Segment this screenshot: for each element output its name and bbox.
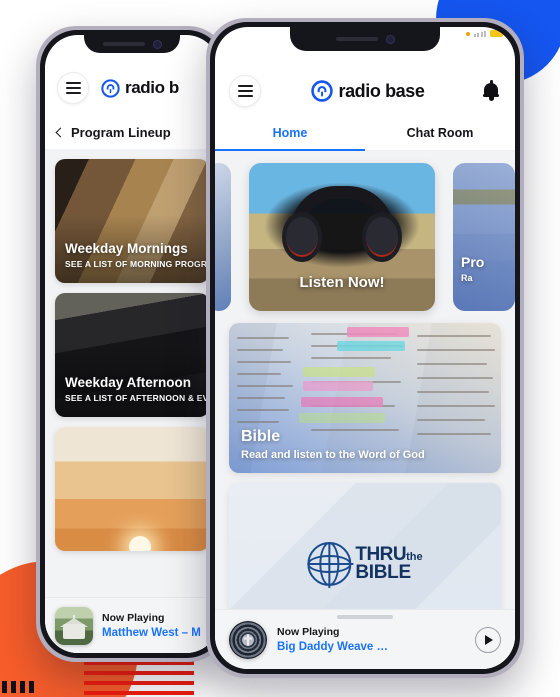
sun-icon [128, 536, 151, 551]
back-phone-notch [84, 35, 180, 53]
front-camera-icon [385, 34, 395, 44]
drag-handle[interactable] [337, 615, 393, 619]
bell-icon[interactable] [481, 80, 501, 102]
signal-strength-icon [473, 30, 486, 37]
back-phone-content: Weekday Mornings SEE A LIST OF MORNING P… [45, 149, 219, 653]
back-phone-screen: radio b Program Lineup Weekday Mornings … [45, 35, 219, 653]
speaker-grille-icon [335, 37, 378, 41]
back-phone-player-bar[interactable]: Now Playing Matthew West – M [45, 597, 219, 653]
front-phone-screen: radio base Home Chat Room Listen Now! Pr… [215, 27, 515, 669]
brand-logo: radio base [255, 80, 481, 102]
program-caption: Weekday Afternoon SEE A LIST OF AFTERNOO… [65, 375, 209, 403]
front-phone-bezel: radio base Home Chat Room Listen Now! Pr… [210, 22, 520, 674]
carousel-caption: Listen Now! [299, 274, 385, 291]
album-art [229, 620, 267, 659]
carousel-card-next[interactable]: Pro Ra [453, 163, 515, 311]
brand-logo: radio b [101, 78, 207, 98]
carousel-next-caption: Pro Ra [461, 254, 484, 283]
thru-the-bible-wordmark: THRUthe BIBLE [355, 544, 422, 584]
program-title: Weekday Mornings [65, 241, 188, 256]
front-phone-player-bar[interactable]: Now Playing Big Daddy Weave … [215, 609, 515, 669]
headphones-graphic [282, 186, 402, 264]
track-title[interactable]: Big Daddy Weave … [277, 641, 465, 653]
carousel-card-active[interactable]: Listen Now! [249, 163, 435, 311]
program-subtitle: SEE A LIST OF AFTERNOON & EVE [65, 393, 209, 403]
back-navigation-bar[interactable]: Program Lineup [45, 115, 219, 149]
carousel-next-title: Pro [461, 254, 485, 270]
content-card-bible[interactable]: Bible Read and listen to the Word of God [229, 323, 501, 473]
brand-name: radio base [338, 80, 425, 101]
radio-base-logo-icon [101, 78, 120, 98]
bible-text: BIBLE [355, 562, 411, 583]
player-text: Now Playing Matthew West – M [102, 612, 209, 639]
program-card-evening[interactable] [55, 427, 209, 551]
featured-carousel[interactable]: Listen Now! Pro Ra [215, 151, 515, 311]
front-camera-icon [152, 39, 162, 49]
stripe-dots-decoration [2, 681, 34, 693]
program-image-sunset [55, 427, 209, 551]
brand-name: radio b [125, 78, 179, 97]
bible-card-title: Bible [241, 428, 281, 445]
tab-bar: Home Chat Room [215, 115, 515, 151]
bible-card-subtitle: Read and listen to the Word of God [241, 449, 425, 461]
menu-button[interactable] [57, 72, 89, 104]
player-text: Now Playing Big Daddy Weave … [277, 626, 465, 653]
carousel-image-previous [215, 163, 231, 311]
carousel-next-subtitle: Ra [461, 273, 473, 283]
program-title: Weekday Afternoon [65, 375, 192, 390]
status-indicator-dot [465, 31, 470, 36]
speaker-grille-icon [102, 42, 145, 46]
bible-card-caption: Bible Read and listen to the Word of God [241, 428, 425, 461]
front-phone-mockup: radio base Home Chat Room Listen Now! Pr… [206, 18, 524, 678]
program-card-afternoon[interactable]: Weekday Afternoon SEE A LIST OF AFTERNOO… [55, 293, 209, 417]
battery-icon [490, 30, 503, 37]
play-icon [485, 634, 493, 645]
globe-icon [307, 542, 354, 588]
now-playing-label: Now Playing [102, 612, 165, 624]
carousel-image-program [453, 163, 515, 311]
thru-the-bible-logo: THRUthe BIBLE [307, 542, 423, 588]
program-caption: Weekday Mornings SEE A LIST OF MORNING P… [65, 241, 209, 269]
front-phone-content: Listen Now! Pro Ra Bible Read and listen… [215, 151, 515, 669]
program-subtitle: SEE A LIST OF MORNING PROGRA [65, 259, 209, 269]
back-phone-mockup: radio b Program Lineup Weekday Mornings … [36, 26, 228, 662]
back-phone-header: radio b [45, 65, 219, 111]
chevron-left-icon[interactable] [55, 127, 66, 137]
track-title[interactable]: Matthew West – M [102, 627, 209, 639]
album-art [55, 606, 93, 645]
page-title: Program Lineup [71, 124, 171, 140]
play-button[interactable] [475, 626, 501, 653]
now-playing-label: Now Playing [277, 626, 340, 638]
back-phone-bezel: radio b Program Lineup Weekday Mornings … [40, 30, 224, 658]
radio-base-logo-icon [311, 80, 334, 102]
cross-icon [244, 634, 252, 645]
tab-chat-room[interactable]: Chat Room [365, 115, 515, 150]
status-bar [465, 30, 503, 37]
screenshot-stage: radio b Program Lineup Weekday Mornings … [0, 0, 560, 697]
front-phone-notch [290, 27, 440, 51]
carousel-card-previous[interactable] [215, 163, 231, 311]
tab-home[interactable]: Home [215, 115, 365, 151]
front-phone-header: radio base [215, 67, 515, 115]
program-card-morning[interactable]: Weekday Mornings SEE A LIST OF MORNING P… [55, 159, 209, 283]
gazebo-body [63, 623, 85, 639]
